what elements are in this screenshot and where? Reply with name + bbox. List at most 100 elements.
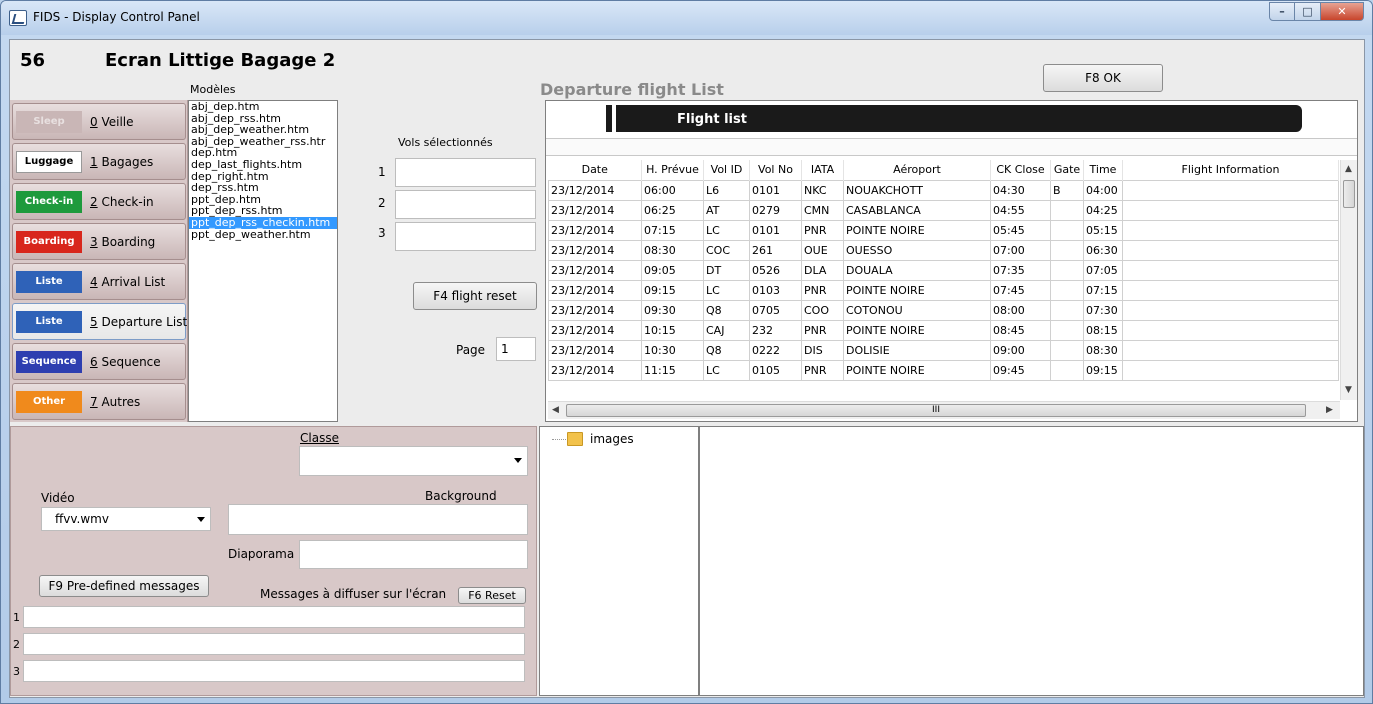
diaporama-input[interactable]: [299, 540, 528, 569]
table-cell: CASABLANCA: [843, 199, 991, 221]
close-button[interactable]: ✕: [1321, 2, 1364, 21]
sidebar-item-check-in[interactable]: Check-in 2 Check-in: [12, 183, 186, 220]
table-cell: OUESSO: [843, 239, 991, 261]
horizontal-scrollbar[interactable]: ◀ III ▶: [548, 401, 1340, 419]
display-settings-panel: Classe Vidéo ffvv.wmv Background image D…: [10, 426, 537, 696]
sidebar-item-arrival-list[interactable]: Liste 4 Arrival List: [12, 263, 186, 300]
shortcut-key: 6: [90, 354, 98, 369]
table-row[interactable]: 23/12/2014 10:15 CAJ 232 PNR POINTE NOIRE 08:4…: [548, 319, 1339, 341]
sidebar-item-label: 5 Departure List: [90, 315, 187, 329]
classe-label: Classe: [300, 431, 339, 445]
sidebar-item-bagages[interactable]: Luggage 1 Bagages: [12, 143, 186, 180]
f9-predefined-messages-button[interactable]: F9 Pre-defined messages: [39, 575, 209, 597]
table-cell: PNR: [801, 219, 844, 241]
sidebar-item-label: 0 Veille: [90, 115, 134, 129]
table-row[interactable]: 23/12/2014 11:15 LC 0105 PNR POINTE NOIRE 09:4…: [548, 359, 1339, 381]
maximize-icon: □: [1302, 5, 1313, 18]
tree-node-images[interactable]: images: [590, 432, 634, 446]
sidebar-item-autres[interactable]: Other 7 Autres: [12, 383, 186, 420]
table-cell: 23/12/2014: [548, 359, 642, 381]
table-cell: [1122, 179, 1339, 201]
column-header[interactable]: Vol No: [749, 160, 802, 180]
f4-flight-reset-button[interactable]: F4 flight reset: [413, 282, 537, 310]
sidebar-item-departure-list[interactable]: Liste 5 Departure List: [12, 303, 187, 340]
page-input[interactable]: 1: [496, 337, 536, 361]
shortcut-key: 7: [90, 394, 98, 409]
selected-flight-slot-2[interactable]: [395, 190, 536, 219]
scroll-left-icon[interactable]: ◀: [552, 405, 559, 415]
column-header[interactable]: Gate: [1050, 160, 1084, 180]
column-header[interactable]: Flight Information: [1122, 160, 1339, 180]
scroll-up-icon[interactable]: ▲: [1345, 164, 1352, 174]
template-item[interactable]: ppt_dep_rss_checkin.htm: [189, 217, 337, 229]
sidebar-item-veille[interactable]: Sleep 0 Veille: [12, 103, 186, 140]
table-cell: [1050, 239, 1084, 261]
table-cell: NKC: [801, 179, 844, 201]
background-image-input[interactable]: [228, 504, 528, 535]
table-cell: NOUAKCHOTT: [843, 179, 991, 201]
column-header[interactable]: Date: [548, 160, 642, 180]
selected-flight-index-2: 2: [378, 196, 386, 210]
selected-flight-slot-1[interactable]: [395, 158, 536, 187]
grid-header-row: Date H. Prévue Vol ID Vol No IATA Aéroport CK …: [548, 160, 1339, 180]
table-row[interactable]: 23/12/2014 10:30 Q8 0222 DIS DOLISIE 09:00 08:3…: [548, 339, 1339, 361]
classe-select[interactable]: [299, 446, 528, 476]
shortcut-key: 1: [90, 154, 98, 169]
column-header[interactable]: Aéroport: [843, 160, 991, 180]
scroll-right-icon[interactable]: ▶: [1326, 405, 1333, 415]
table-row[interactable]: 23/12/2014 09:30 Q8 0705 COO COTONOU 08:00 07:3…: [548, 299, 1339, 321]
f6-reset-button[interactable]: F6 Reset: [458, 587, 526, 604]
table-cell: 04:55: [990, 199, 1051, 221]
template-item[interactable]: dep_rss.htm: [189, 182, 337, 194]
selected-flight-slot-3[interactable]: [395, 222, 536, 251]
table-row[interactable]: 23/12/2014 06:00 L6 0101 NKC NOUAKCHOTT 04:30 B…: [548, 179, 1339, 201]
table-row[interactable]: 23/12/2014 06:25 AT 0279 CMN CASABLANCA 04:55 0…: [548, 199, 1339, 221]
template-item[interactable]: abj_dep.htm: [189, 101, 337, 113]
column-header[interactable]: IATA: [801, 160, 844, 180]
column-header[interactable]: Vol ID: [703, 160, 750, 180]
table-cell: POINTE NOIRE: [843, 319, 991, 341]
horizontal-scroll-thumb[interactable]: III: [566, 404, 1306, 417]
sidebar-item-sequence[interactable]: Sequence 6 Sequence: [12, 343, 186, 380]
template-item[interactable]: dep_last_flights.htm: [189, 159, 337, 171]
luggage-icon: Luggage: [16, 150, 82, 173]
message-input-1[interactable]: [23, 606, 525, 628]
column-header[interactable]: Time: [1083, 160, 1123, 180]
table-cell: [1050, 259, 1084, 281]
table-row[interactable]: 23/12/2014 07:15 LC 0101 PNR POINTE NOIRE 05:4…: [548, 219, 1339, 241]
sidebar-item-boarding[interactable]: Boarding 3 Boarding: [12, 223, 186, 260]
flight-list-header-bar: Flight list: [602, 105, 1302, 132]
column-header[interactable]: CK Close: [990, 160, 1051, 180]
flight-grid: Date H. Prévue Vol ID Vol No IATA Aéroport CK …: [548, 160, 1339, 381]
table-cell: 232: [749, 319, 802, 341]
templates-list[interactable]: abj_dep.htm abj_dep_rss.htm abj_dep_weathe…: [188, 100, 338, 422]
table-cell: CMN: [801, 199, 844, 221]
table-cell: Q8: [703, 299, 750, 321]
table-row[interactable]: 23/12/2014 09:15 LC 0103 PNR POINTE NOIRE 07:4…: [548, 279, 1339, 301]
template-item[interactable]: ppt_dep_weather.htm: [189, 228, 337, 241]
sidebar-item-label: 4 Arrival List: [90, 275, 165, 289]
table-cell: 09:30: [641, 299, 704, 321]
table-cell: 05:15: [1083, 219, 1123, 241]
table-cell: [1050, 279, 1084, 301]
table-cell: 09:05: [641, 259, 704, 281]
column-header[interactable]: H. Prévue: [641, 160, 704, 180]
scroll-down-icon[interactable]: ▼: [1345, 385, 1352, 395]
table-row[interactable]: 23/12/2014 09:05 DT 0526 DLA DOUALA 07:35 07:05: [548, 259, 1339, 281]
table-cell: 261: [749, 239, 802, 261]
table-cell: PNR: [801, 279, 844, 301]
video-select[interactable]: ffvv.wmv: [41, 507, 211, 531]
minimize-button[interactable]: –: [1269, 2, 1295, 21]
message-input-3[interactable]: [23, 660, 525, 682]
message-input-2[interactable]: [23, 633, 525, 655]
f8-ok-button[interactable]: F8 OK: [1043, 64, 1163, 92]
vertical-scrollbar[interactable]: ▲ ▼: [1340, 160, 1357, 400]
table-cell: 07:15: [1083, 279, 1123, 301]
table-cell: [1050, 299, 1084, 321]
table-cell: AT: [703, 199, 750, 221]
maximize-button[interactable]: □: [1295, 2, 1321, 21]
vertical-scroll-thumb[interactable]: [1343, 180, 1355, 208]
table-row[interactable]: 23/12/2014 08:30 COC 261 OUE OUESSO 07:00 06:30: [548, 239, 1339, 261]
table-cell: DT: [703, 259, 750, 281]
table-cell: 23/12/2014: [548, 239, 642, 261]
